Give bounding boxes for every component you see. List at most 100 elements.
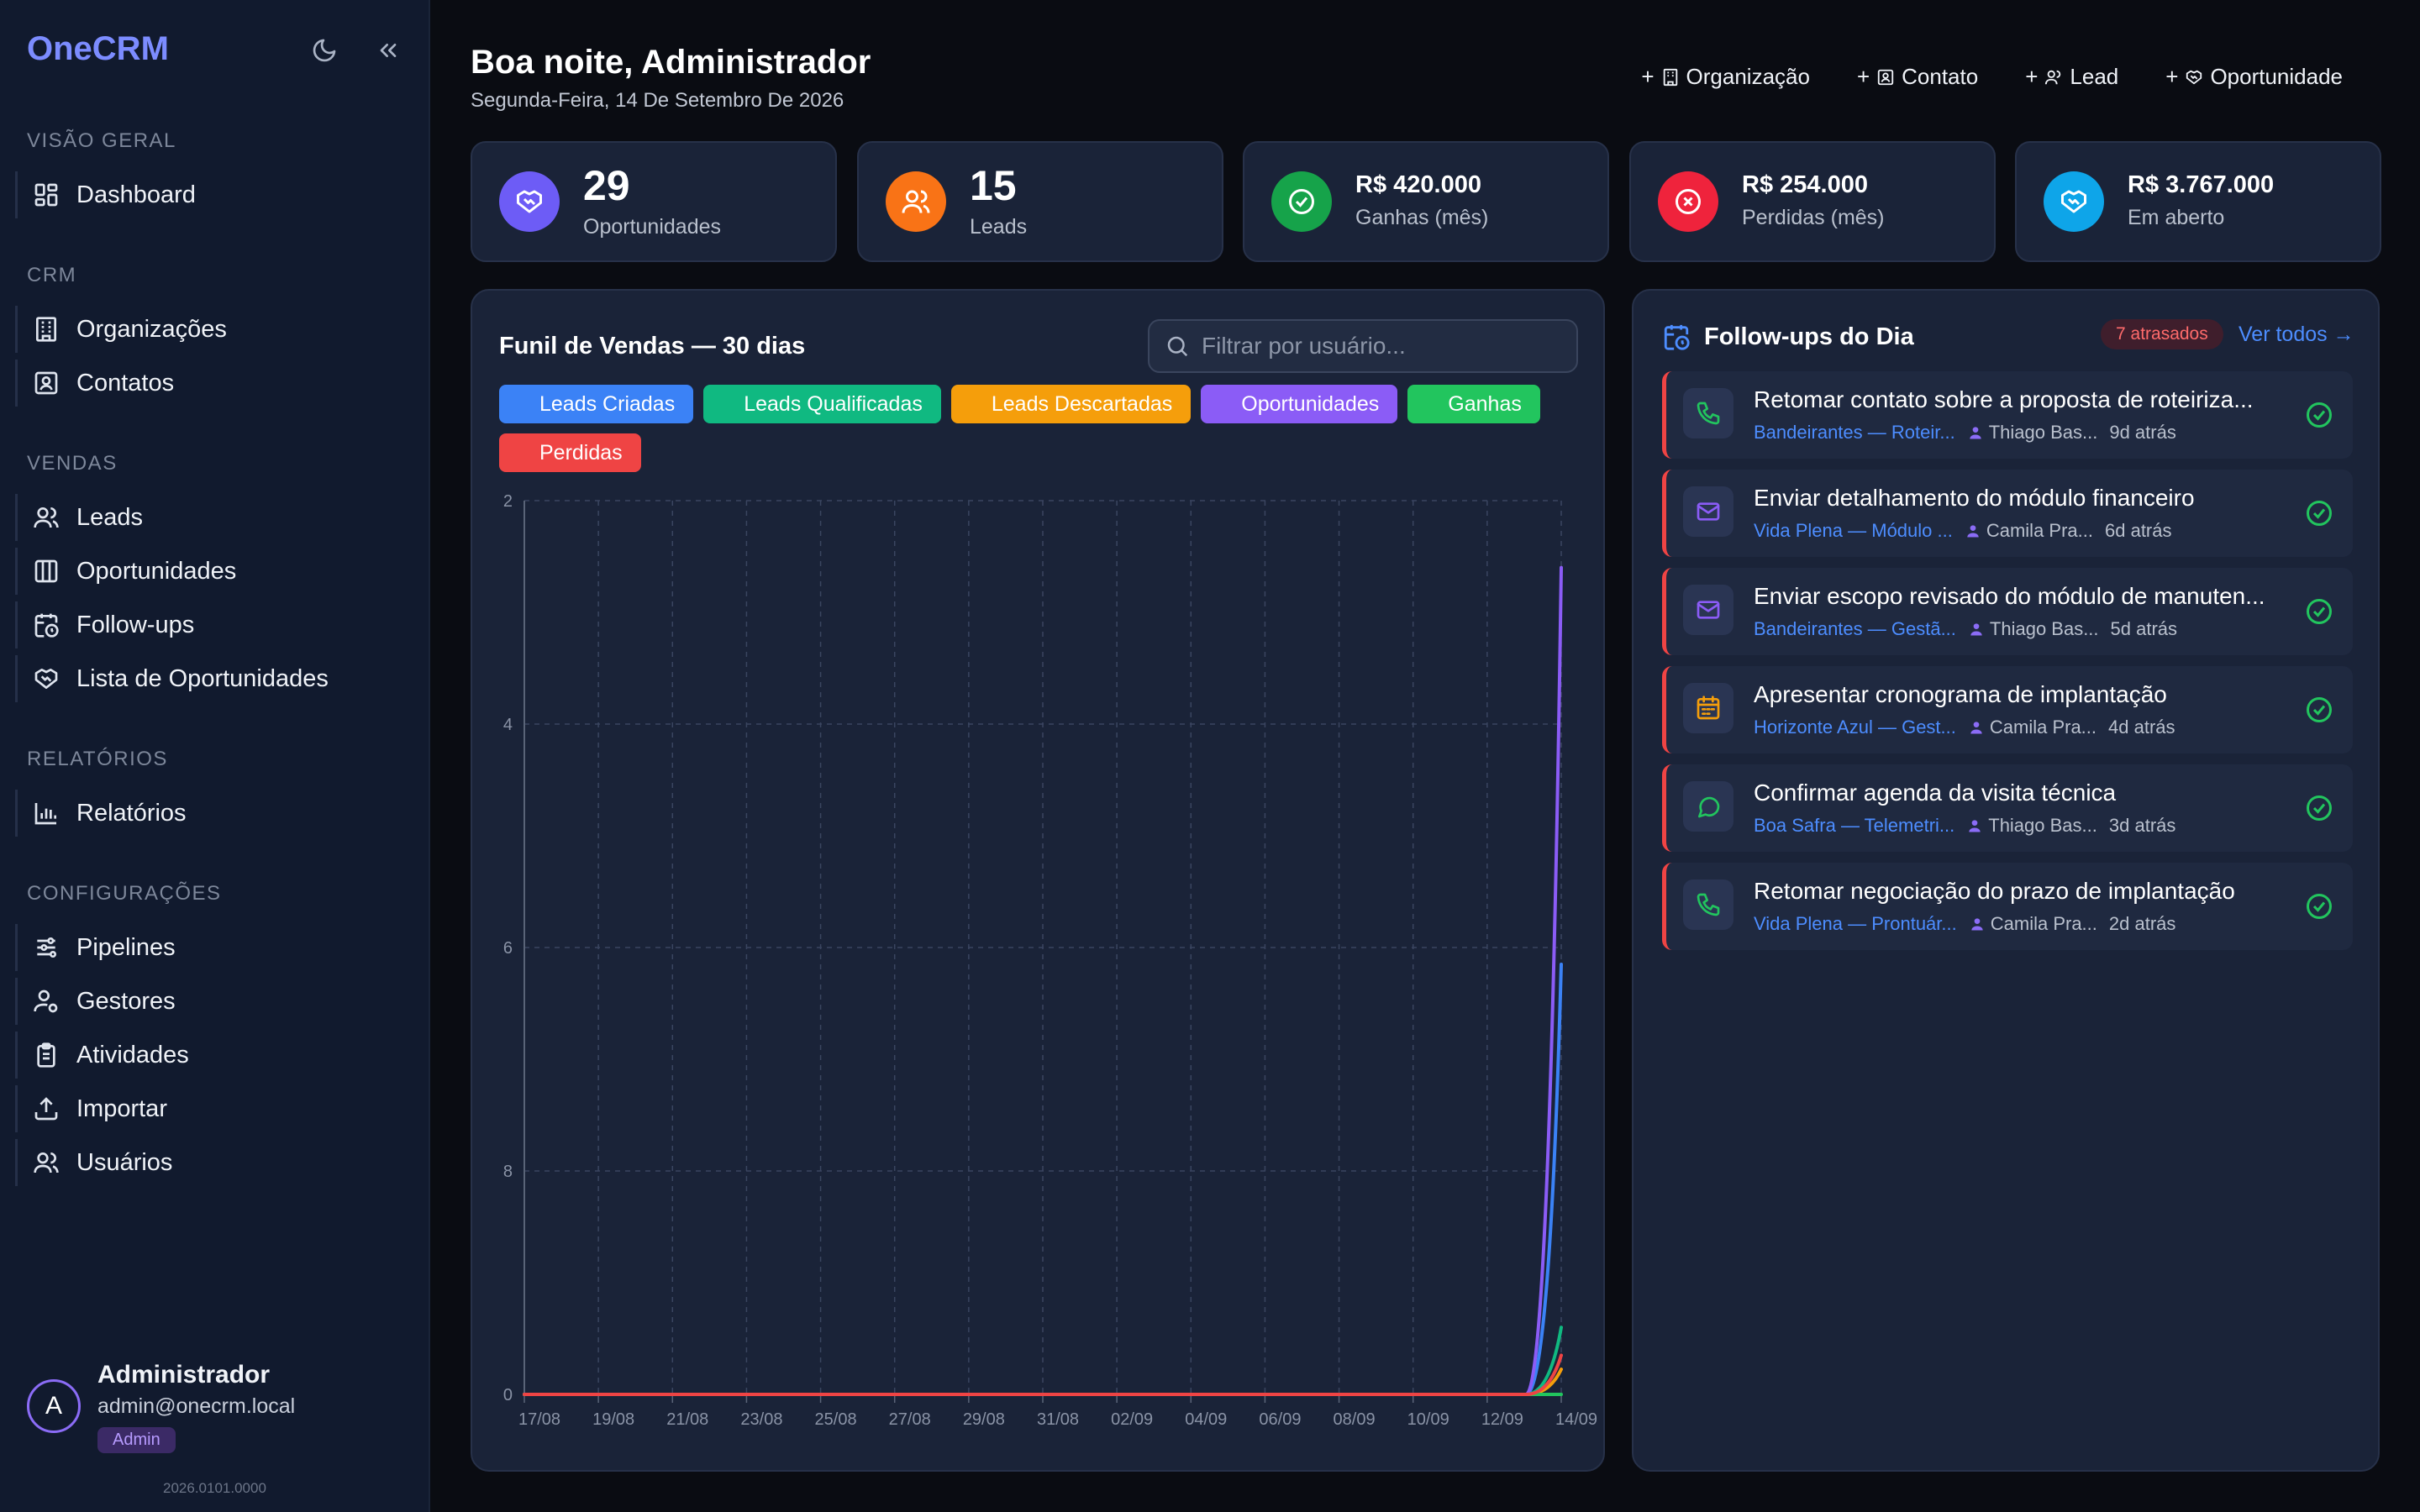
sidebar-item-atividades[interactable]: Atividades [15,1032,410,1079]
followup-item[interactable]: Enviar escopo revisado do módulo de manu… [1662,568,2353,655]
complete-check-icon[interactable] [2304,891,2334,921]
sidebar-item-label: Pipelines [76,933,176,961]
see-all-link[interactable]: Ver todos → [2238,323,2354,347]
followup-subject: Retomar negociação do prazo de implantaç… [1754,878,2235,904]
followup-organization-link[interactable]: Vida Plena — Módulo ... [1754,520,1953,542]
plus-icon: + [1641,64,1655,89]
app-logo[interactable]: OneCRM [27,30,169,68]
followup-item[interactable]: Enviar detalhamento do módulo financeiro… [1662,470,2353,557]
new-contato-button[interactable]: + Contato [1857,64,1978,90]
x-tick-label: 06/09 [1259,1410,1301,1429]
followup-organization-link[interactable]: Horizonte Azul — Gest... [1754,717,1956,738]
followup-subject: Enviar escopo revisado do módulo de manu… [1754,583,2265,609]
user-icon [1970,623,1982,636]
sidebar-item-pipelines[interactable]: Pipelines [15,924,410,971]
followup-item[interactable]: Apresentar cronograma de implantação Hori… [1662,666,2353,753]
sidebar-item-lista-oportunidades[interactable]: Lista de Oportunidades [15,655,410,702]
x-tick-label: 21/08 [666,1410,708,1429]
user-icon [1970,427,1981,439]
sidebar-item-relatorios[interactable]: Relatórios [15,790,410,837]
sidebar-item-label: Gestores [76,987,176,1015]
followup-item[interactable]: Confirmar agenda da visita técnica Boa Sa… [1662,764,2353,852]
followup-item[interactable]: Retomar contato sobre a proposta de rote… [1662,371,2353,459]
collapse-sidebar-button[interactable] [371,34,405,67]
sidebar-item-label: Contatos [76,369,175,396]
sidebar-item-label: Follow-ups [76,611,195,638]
followup-item[interactable]: Retomar negociação do prazo de implantaç… [1662,863,2353,950]
followup-owner: Camila Pra... [1965,520,2093,542]
sidebar-item-label: Organizações [76,315,227,343]
followup-owner-name: Thiago Bas... [1988,815,2097,836]
sales-funnel-chart: 2 4 6 8 0 17/08 19/08 21/08 23/08 25/08 27/08 29/08… [503,492,1597,1429]
sidebar-item-label: Atividades [76,1041,189,1068]
sidebar-item-oportunidades[interactable]: Oportunidades [15,548,410,595]
sidebar-item-label: Lista de Oportunidades [76,664,329,692]
followup-organization-link[interactable]: Vida Plena — Prontuár... [1754,913,1957,935]
x-tick-label: 10/09 [1407,1410,1449,1429]
new-oportunidade-button[interactable]: + Oportunidade [2165,64,2343,90]
clipboard-icon [37,1042,55,1068]
followup-subject: Retomar contato sobre a proposta de rote… [1754,386,2254,412]
followup-due: 2d atrás [2108,913,2176,934]
complete-check-icon[interactable] [2304,695,2334,725]
quick-action-label: Oportunidade [2210,64,2343,89]
sidebar-item-label: Relatórios [76,799,187,827]
avatar: A [27,1379,81,1433]
kpi-value: R$ 254.000 [1742,171,1868,198]
users-icon [34,507,59,528]
app-version: 2026.0101.0000 [163,1480,266,1496]
kpi-leads[interactable]: 15 Leads [857,141,1223,262]
complete-check-icon[interactable] [2304,793,2334,823]
followup-organization-link[interactable]: Bandeirantes — Gestã... [1754,618,1956,640]
sidebar-item-contatos[interactable]: Contatos [15,360,410,407]
sidebar-item-usuarios[interactable]: Usuários [15,1139,410,1186]
y-tick-label: 0 [503,1386,513,1404]
sliders-icon [37,937,56,958]
complete-check-icon[interactable] [2304,596,2334,627]
nav-section-overview: VISÃO GERAL [27,129,176,152]
followups-card: Follow-ups do Dia 7 atrasados Ver todos … [1632,289,2380,1472]
x-tick-label: 29/08 [963,1410,1005,1429]
role-badge: Admin [97,1427,176,1453]
kpi-em-aberto[interactable]: R$ 3.767.000 Em aberto [2015,141,2381,262]
followup-owner: Thiago Bas... [1967,422,2098,444]
current-date: Segunda-Feira, 14 De Setembro De 2026 [471,89,844,112]
kpi-perdidas[interactable]: R$ 254.000 Perdidas (mês) [1629,141,1996,262]
x-tick-label: 27/08 [889,1410,931,1429]
chat-icon [1698,796,1720,818]
sidebar-item-importar[interactable]: Importar [15,1085,410,1132]
phone-icon [1697,893,1720,916]
y-tick-label: 2 [503,492,513,511]
moon-icon [313,39,336,62]
sidebar-item-followups[interactable]: Follow-ups [15,601,410,648]
sidebar-item-leads[interactable]: Leads [15,494,410,541]
kpi-oportunidades[interactable]: 29 Oportunidades [471,141,837,262]
followup-owner-name: Thiago Bas... [1988,422,2098,443]
kpi-icon-badge [499,171,560,232]
calendar-clock-icon [1664,324,1690,350]
user-profile[interactable]: A Administrador admin@onecrm.local Admin [27,1361,295,1453]
contact-card-icon [1877,69,1894,85]
new-organizacao-button[interactable]: + Organização [1641,64,1810,90]
user-name: Administrador [97,1361,271,1389]
sidebar-item-gestores[interactable]: Gestores [15,978,410,1025]
followup-owner-name: Camila Pra... [1989,717,2097,738]
x-circle-icon [1676,189,1701,214]
kpi-ganhas[interactable]: R$ 420.000 Ganhas (mês) [1243,141,1609,262]
kanban-icon [34,559,58,583]
complete-check-icon[interactable] [2304,498,2334,528]
sidebar-item-organizacoes[interactable]: Organizações [15,306,410,353]
quick-action-label: Contato [1902,64,1979,89]
followup-owner: Thiago Bas... [1966,815,2097,837]
kpi-value: R$ 420.000 [1355,171,1481,198]
followup-organization-link[interactable]: Bandeirantes — Roteir... [1754,422,1955,444]
x-tick-label: 17/08 [518,1410,560,1429]
sidebar-item-label: Importar [76,1095,167,1122]
x-tick-label: 04/09 [1185,1410,1227,1429]
theme-toggle-button[interactable] [308,34,341,67]
sidebar-item-dashboard[interactable]: Dashboard [15,171,410,218]
new-lead-button[interactable]: + Lead [2025,64,2118,90]
complete-check-icon[interactable] [2304,400,2334,430]
followup-organization-link[interactable]: Boa Safra — Telemetri... [1754,815,1954,837]
followup-type-badge [1683,486,1733,537]
